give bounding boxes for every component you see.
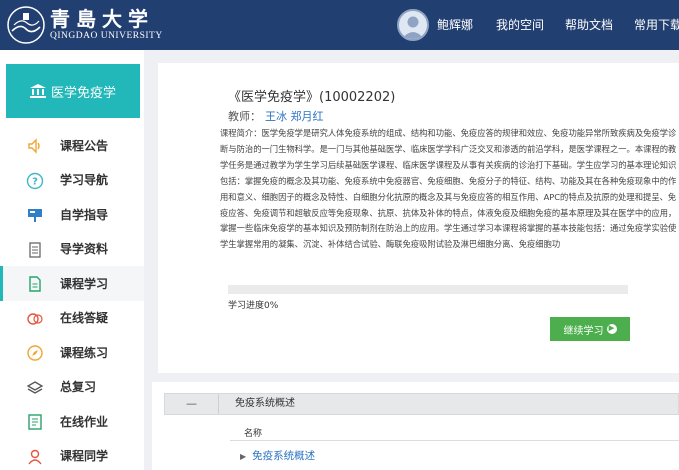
sidebar-item-label: 总复习 bbox=[60, 380, 97, 395]
sidebar-item-label: 在线答疑 bbox=[60, 311, 109, 326]
sidebar-item-navigation[interactable]: ? 学习导航 bbox=[0, 163, 144, 198]
lesson-item[interactable]: ▶ 免疫系统概述 bbox=[240, 448, 315, 463]
continue-study-label: 继续学习 bbox=[563, 325, 604, 337]
sidebar-item-classmates[interactable]: 课程同学 bbox=[0, 439, 144, 470]
sidebar-item-label: 在线作业 bbox=[60, 414, 109, 429]
sidebar-item-label: 学习导航 bbox=[60, 173, 109, 188]
nav-downloads[interactable]: 常用下载 bbox=[634, 0, 679, 50]
nav-help-docs[interactable]: 帮助文档 bbox=[565, 0, 613, 50]
chat-bubbles-icon bbox=[26, 310, 44, 328]
teacher-line: 教师： 王冰 郑月红 bbox=[228, 108, 324, 124]
sidebar-item-review[interactable]: 总复习 bbox=[0, 370, 144, 405]
sidebar-item-label: 课程学习 bbox=[60, 276, 109, 291]
expand-triangle-icon: ▶ bbox=[240, 452, 247, 461]
emblem-icon bbox=[7, 6, 45, 44]
compass-icon bbox=[26, 344, 44, 362]
guide-board-icon bbox=[26, 206, 44, 224]
sidebar-item-self-study[interactable]: 自学指导 bbox=[0, 197, 144, 232]
sidebar-item-label: 自学指导 bbox=[60, 207, 109, 222]
checklist-icon bbox=[26, 413, 44, 431]
progress-value: 0% bbox=[264, 301, 279, 311]
course-card[interactable]: 医学免疫学 bbox=[6, 64, 140, 118]
sidebar-item-label: 导学资料 bbox=[60, 242, 109, 257]
progress-label: 学习进度0% bbox=[228, 298, 278, 311]
sidebar-menu: 课程公告 ? 学习导航 自学指导 导学资料 课程学习 在线答疑 课程练习 总复习… bbox=[0, 128, 144, 470]
lesson-link[interactable]: 免疫系统概述 bbox=[252, 450, 315, 462]
document-list-icon bbox=[26, 241, 44, 259]
sidebar-item-online-qa[interactable]: 在线答疑 bbox=[0, 301, 144, 336]
teacher-label: 教师： bbox=[228, 110, 261, 123]
speaker-icon bbox=[26, 137, 44, 155]
course-introduction: 课程简介：医学免疫学是研究人体免疫系统的组成、结构和功能、免疫应答的规律和效应、… bbox=[220, 128, 677, 250]
question-circle-icon: ? bbox=[26, 172, 44, 190]
collapse-toggle[interactable]: — bbox=[165, 394, 219, 414]
sidebar-item-announcements[interactable]: 课程公告 bbox=[0, 128, 144, 163]
course-title: 《医学免疫学》(10002202) bbox=[228, 90, 396, 105]
user-name-link[interactable]: 鲍辉娜 bbox=[437, 0, 473, 50]
teacher-names-link[interactable]: 王冰 郑月红 bbox=[265, 110, 324, 123]
sidebar-item-course-study[interactable]: 课程学习 bbox=[0, 266, 144, 301]
logo-english: QINGDAO UNIVERSITY bbox=[50, 31, 163, 41]
course-name: 医学免疫学 bbox=[50, 85, 116, 101]
document-icon bbox=[26, 275, 44, 293]
avatar[interactable] bbox=[397, 9, 429, 41]
logo-chinese: 青島大学 bbox=[50, 7, 154, 31]
progress-label-text: 学习进度 bbox=[228, 301, 265, 311]
sidebar-item-materials[interactable]: 导学资料 bbox=[0, 232, 144, 267]
university-logo[interactable]: 青島大学 QINGDAO UNIVERSITY bbox=[6, 5, 163, 45]
divider bbox=[230, 440, 679, 441]
sidebar: 医学免疫学 课程公告 ? 学习导航 自学指导 导学资料 课程学习 在线答疑 课程… bbox=[0, 50, 144, 470]
sidebar-item-practice[interactable]: 课程练习 bbox=[0, 335, 144, 370]
chapter-header[interactable]: — 免疫系统概述 bbox=[164, 393, 679, 415]
continue-study-button[interactable]: 继续学习 ▶ bbox=[550, 317, 630, 341]
institution-icon bbox=[29, 84, 46, 98]
sidebar-item-label: 课程同学 bbox=[60, 449, 109, 464]
column-header-name: 名称 bbox=[244, 429, 263, 439]
svg-text:?: ? bbox=[32, 176, 38, 187]
sidebar-item-homework[interactable]: 在线作业 bbox=[0, 404, 144, 439]
sidebar-item-label: 课程练习 bbox=[60, 345, 109, 360]
nav-my-space[interactable]: 我的空间 bbox=[496, 0, 544, 50]
chapter-title: 免疫系统概述 bbox=[235, 398, 295, 409]
progress-bar bbox=[228, 285, 628, 294]
top-header: 青島大学 QINGDAO UNIVERSITY 鲍辉娜 我的空间 帮助文档 常用… bbox=[0, 0, 679, 50]
layers-icon bbox=[26, 379, 44, 397]
sidebar-item-label: 课程公告 bbox=[60, 138, 109, 153]
user-avatar-icon bbox=[402, 16, 424, 39]
arrow-right-circle-icon: ▶ bbox=[606, 324, 617, 334]
classmates-icon bbox=[26, 448, 44, 466]
